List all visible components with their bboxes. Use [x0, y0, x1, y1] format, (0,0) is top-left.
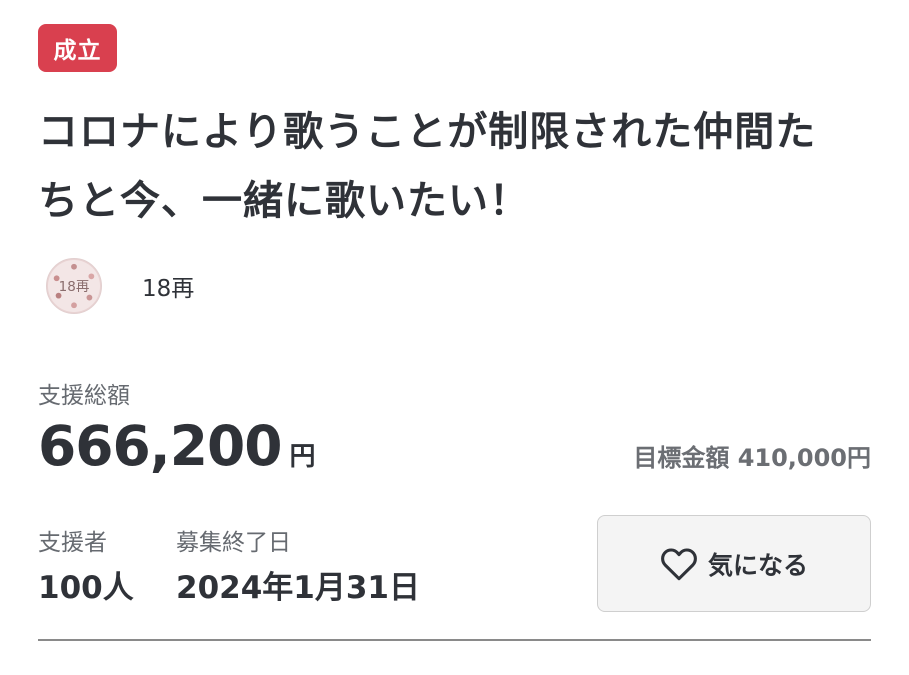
favorite-button[interactable]: 気になる [597, 515, 871, 612]
avatar[interactable]: 18再 [46, 258, 102, 314]
end-date-label: 募集終了日 [176, 530, 291, 556]
total-value: 666,200 [38, 414, 283, 478]
total-label: 支援総額 [38, 383, 130, 409]
status-badge: 成立 [38, 24, 117, 72]
supporters-value: 100人 [38, 570, 134, 606]
owner-name[interactable]: 18再 [142, 269, 194, 303]
divider [38, 639, 871, 641]
avatar-image: 18再 [47, 259, 101, 313]
svg-text:18再: 18再 [59, 279, 90, 295]
project-title: コロナにより歌うことが制限された仲間たちと今、一緒に歌いたい！ [38, 109, 817, 224]
goal-amount: 目標金額 410,000円 [633, 438, 871, 473]
goal-value: 410,000円 [737, 444, 871, 472]
heart-icon [661, 547, 697, 580]
supporters-label: 支援者 [38, 530, 107, 556]
total-unit: 円 [289, 442, 316, 472]
favorite-button-label: 気になる [707, 550, 808, 580]
total-amount: 666,200 円 [38, 414, 316, 478]
owner[interactable]: 18再 18再 [46, 258, 194, 314]
end-date-value: 2024年1月31日 [176, 570, 420, 606]
goal-label: 目標金額 [633, 444, 730, 472]
